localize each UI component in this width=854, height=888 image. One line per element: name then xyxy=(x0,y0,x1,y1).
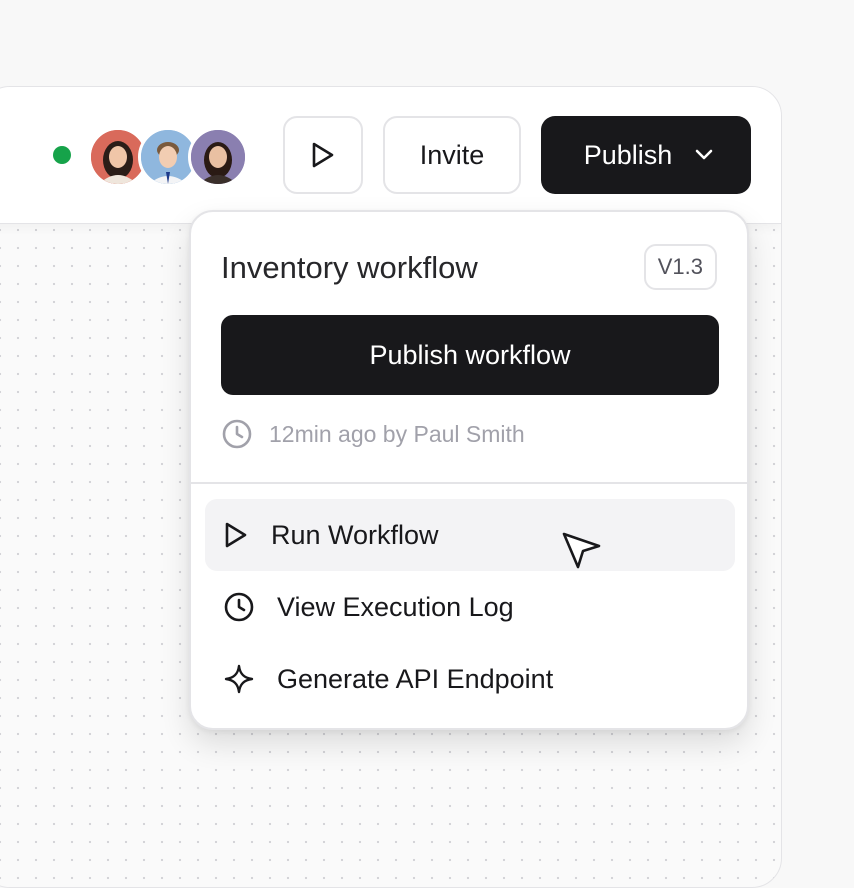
version-badge: V1.3 xyxy=(643,244,717,290)
play-icon xyxy=(312,142,334,168)
online-status-dot xyxy=(53,146,71,164)
menu-item-label: Generate API Endpoint xyxy=(277,663,554,694)
avatar[interactable] xyxy=(188,127,248,187)
publish-button[interactable]: Publish xyxy=(541,116,751,194)
invite-button[interactable]: Invite xyxy=(383,116,521,194)
last-updated-text: 12min ago by Paul Smith xyxy=(269,420,525,447)
menu-item-generate-api-endpoint[interactable]: Generate API Endpoint xyxy=(205,643,735,715)
chevron-down-icon xyxy=(695,149,713,160)
play-icon xyxy=(225,522,247,548)
clock-icon xyxy=(224,592,254,622)
run-button[interactable] xyxy=(283,116,363,194)
sparkle-icon xyxy=(224,664,254,694)
workflow-title: Inventory workflow xyxy=(221,250,478,285)
publish-label: Publish xyxy=(583,139,673,170)
last-updated-meta: 12min ago by Paul Smith xyxy=(221,418,525,450)
menu-item-label: Run Workflow xyxy=(271,519,439,550)
publish-dropdown-menu: Inventory workflow V1.3 Publish workflow… xyxy=(189,210,749,730)
publish-workflow-button[interactable]: Publish workflow xyxy=(221,315,719,395)
menu-item-label: View Execution Log xyxy=(277,591,514,622)
menu-divider xyxy=(191,482,747,484)
clock-icon xyxy=(222,419,252,449)
menu-item-run-workflow[interactable]: Run Workflow xyxy=(205,499,735,571)
menu-item-view-execution-log[interactable]: View Execution Log xyxy=(205,571,735,643)
mouse-cursor-icon xyxy=(562,532,601,569)
invite-label: Invite xyxy=(419,139,485,170)
top-toolbar: Invite Publish xyxy=(0,87,781,224)
